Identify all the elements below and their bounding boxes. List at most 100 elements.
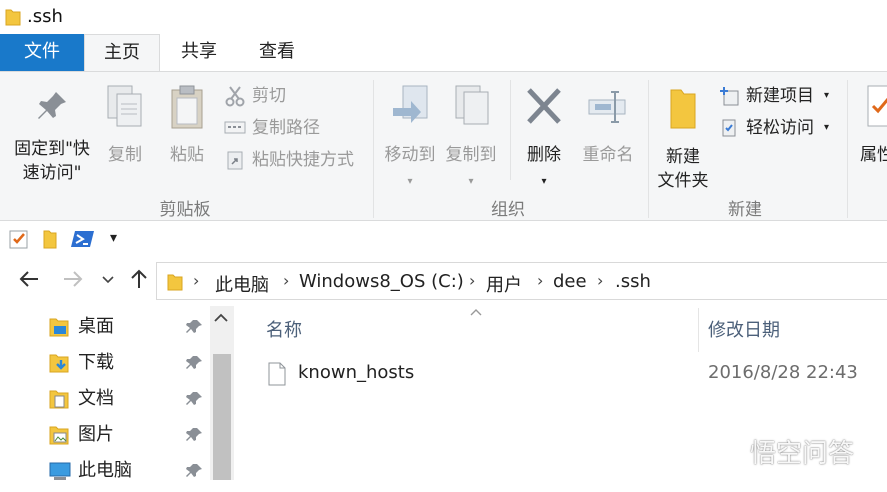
pin-icon[interactable] (186, 424, 204, 454)
move-to-button[interactable]: 移动到 ▾ (380, 84, 440, 194)
column-header-date-modified[interactable]: 修改日期 (708, 316, 780, 342)
pin-label-2: 速访问" (22, 163, 82, 183)
breadcrumb-separator-icon[interactable]: › (283, 271, 289, 290)
group-divider (373, 80, 374, 218)
copy-to-icon (441, 84, 501, 137)
paste-shortcut-icon (224, 149, 246, 180)
forward-arrow-icon[interactable] (62, 268, 84, 296)
breadcrumb-user[interactable]: dee (553, 271, 587, 292)
nav-item-downloads[interactable]: 下载 (48, 348, 218, 378)
chevron-down-icon: ▾ (824, 122, 830, 133)
file-row[interactable]: known_hosts 2016/8/28 22:43 (264, 358, 887, 390)
rename-button[interactable]: 重命名 (576, 84, 640, 167)
clipboard-group-label: 剪贴板 (159, 200, 211, 220)
move-to-label: 移动到 (384, 145, 436, 165)
downloads-folder-icon (48, 352, 70, 384)
scrollbar-thumb[interactable] (213, 354, 231, 480)
file-name: known_hosts (298, 362, 415, 383)
up-arrow-icon[interactable] (128, 268, 150, 296)
properties-button[interactable]: 属性 (860, 84, 887, 167)
tab-file[interactable]: 文件 (0, 34, 84, 71)
paste-label: 粘贴 (170, 145, 204, 165)
copy-to-label: 复制到 (445, 145, 497, 165)
new-group-label: 新建 (728, 200, 762, 220)
delete-button[interactable]: 删除 ▾ (520, 84, 568, 194)
window-title: .ssh (27, 6, 63, 27)
tab-view[interactable]: 查看 (238, 34, 316, 71)
cut-label: 剪切 (252, 86, 286, 106)
chevron-down-icon: ▾ (824, 90, 830, 101)
breadcrumb-drive[interactable]: Windows8_OS (C:) (299, 271, 464, 292)
chevron-down-icon: ▾ (541, 176, 547, 187)
pin-to-quick-access-button[interactable]: 固定到"快 速访问" (6, 88, 98, 185)
quick-access-toolbar: ▾ (0, 222, 887, 258)
powershell-icon[interactable] (71, 228, 95, 254)
easy-access-icon (718, 117, 740, 148)
file-icon (268, 362, 286, 390)
nav-item-label: 此电脑 (78, 460, 132, 481)
documents-folder-icon (48, 388, 70, 420)
scissors-icon (224, 85, 246, 116)
folder-icon (167, 272, 183, 296)
pin-icon[interactable] (186, 316, 204, 346)
folder-icon (5, 8, 21, 30)
scroll-up-icon[interactable] (214, 312, 228, 326)
copy-path-label: 复制路径 (252, 118, 320, 138)
address-bar[interactable]: › 此电脑 › Windows8_OS (C:) › 用户 › dee › .s… (156, 262, 887, 300)
properties-label: 属性 (860, 145, 887, 165)
nav-item-label: 图片 (78, 424, 114, 445)
copy-to-button[interactable]: 复制到 ▾ (441, 84, 501, 194)
pin-icon[interactable] (186, 388, 204, 418)
column-divider[interactable] (698, 308, 699, 352)
pin-icon[interactable] (186, 460, 204, 490)
customize-qat-icon[interactable]: ▾ (110, 230, 117, 246)
pictures-folder-icon (48, 424, 70, 456)
group-inner-divider (510, 80, 511, 180)
tab-share[interactable]: 共享 (160, 34, 238, 71)
copy-button[interactable]: 复制 (102, 84, 148, 167)
breadcrumb-separator-icon[interactable]: › (193, 271, 199, 290)
organize-group-label: 组织 (491, 200, 525, 220)
nav-item-label: 文档 (78, 388, 114, 409)
new-folder-button[interactable]: 新建 文件夹 (652, 86, 714, 193)
breadcrumb-separator-icon[interactable]: › (597, 271, 603, 290)
new-folder-icon (652, 86, 714, 139)
copy-label: 复制 (108, 145, 142, 165)
breadcrumb-users[interactable]: 用户 (486, 271, 522, 297)
move-to-icon (380, 84, 440, 137)
sort-ascending-icon (469, 306, 483, 320)
column-header-name[interactable]: 名称 (266, 316, 302, 342)
back-arrow-icon[interactable] (18, 268, 40, 296)
new-item-label: 新建项目 (746, 86, 814, 106)
breadcrumb-separator-icon[interactable]: › (469, 271, 475, 290)
properties-check-icon[interactable] (9, 228, 29, 254)
navigation-row: › 此电脑 › Windows8_OS (C:) › 用户 › dee › .s… (0, 262, 887, 300)
new-folder-label-1: 新建 (666, 147, 700, 167)
tab-home[interactable]: 主页 (84, 34, 160, 71)
nav-item-label: 桌面 (78, 316, 114, 337)
group-divider (847, 80, 848, 218)
breadcrumb-this-pc[interactable]: 此电脑 (215, 271, 269, 297)
chevron-down-icon: ▾ (407, 176, 413, 187)
wukong-logo-icon (706, 435, 742, 472)
breadcrumb-current[interactable]: .ssh (615, 271, 651, 292)
copy-path-icon (224, 117, 246, 146)
paste-button[interactable]: 粘贴 (164, 84, 210, 167)
recent-locations-chevron-icon[interactable] (102, 274, 114, 289)
nav-item-pictures[interactable]: 图片 (48, 420, 218, 450)
watermark-text: 悟空问答 (750, 439, 855, 469)
nav-item-desktop[interactable]: 桌面 (48, 312, 218, 342)
new-item-icon (718, 85, 740, 116)
new-folder-qat-icon[interactable] (42, 228, 58, 254)
title-bar: .ssh (0, 0, 887, 34)
chevron-down-icon: ▾ (468, 176, 474, 187)
nav-item-this-pc[interactable]: 此电脑 (48, 456, 218, 486)
nav-item-documents[interactable]: 文档 (48, 384, 218, 414)
copy-icon (102, 84, 148, 137)
easy-access-label: 轻松访问 (746, 118, 814, 138)
properties-icon (864, 84, 887, 137)
breadcrumb-separator-icon[interactable]: › (537, 271, 543, 290)
nav-pane-scrollbar[interactable] (210, 306, 234, 480)
pin-icon[interactable] (186, 352, 204, 382)
group-divider (648, 80, 649, 218)
